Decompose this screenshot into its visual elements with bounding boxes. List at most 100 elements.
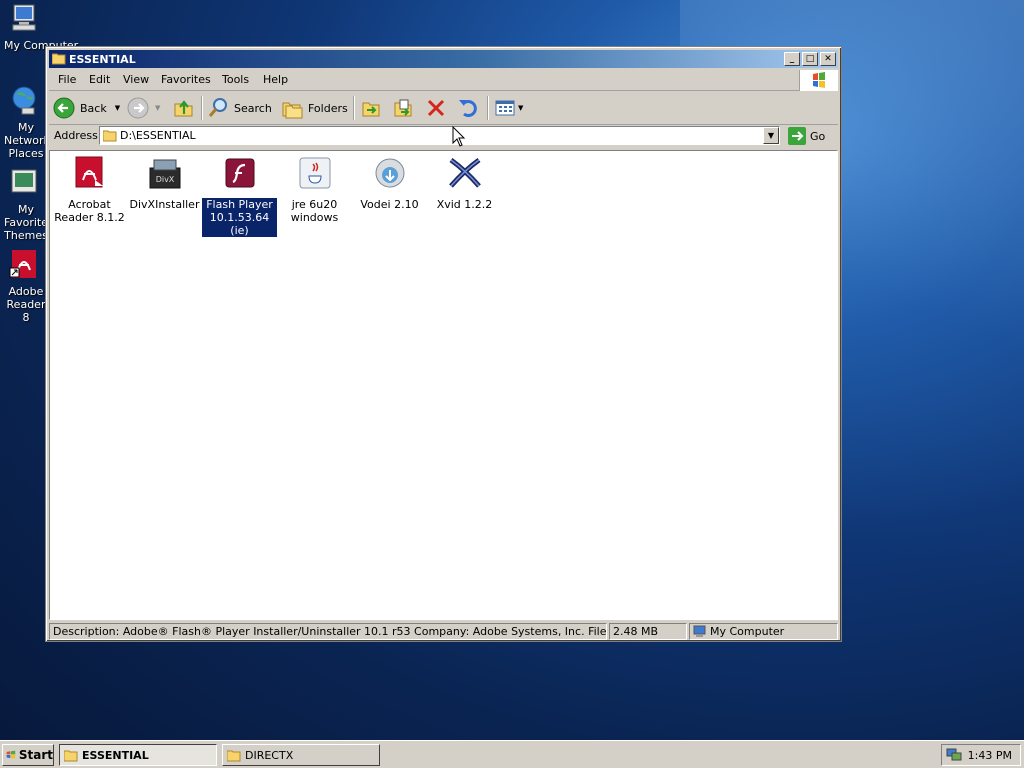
move-to-icon: [362, 102, 380, 117]
file-label: DivXInstaller: [129, 198, 200, 211]
toolbar-separator: [487, 96, 489, 120]
file-label: Flash Player 10.1.53.64 (ie): [202, 198, 277, 237]
status-zone: My Computer: [689, 623, 838, 640]
system-tray: 1:43 PM: [941, 744, 1021, 766]
start-label: Start: [18, 748, 53, 762]
go-label: Go: [810, 129, 826, 143]
views-button[interactable]: ▼: [494, 96, 523, 120]
go-arrow-icon: [788, 127, 806, 145]
back-label: Back: [80, 101, 107, 115]
taskbar-button-essential[interactable]: ESSENTIAL: [59, 744, 217, 766]
undo-button[interactable]: [457, 96, 479, 120]
desktop-icon-label: My Computer: [4, 39, 79, 52]
status-bar: Description: Adobe® Flash® Player Instal…: [49, 622, 838, 640]
delete-x-icon: [427, 99, 445, 117]
delete-button[interactable]: [425, 96, 447, 120]
address-dropdown-button[interactable]: ▼: [763, 127, 779, 144]
menu-view[interactable]: View: [123, 73, 149, 86]
search-icon: [208, 98, 227, 117]
network-globe-icon: [12, 86, 36, 115]
menu-help[interactable]: Help: [263, 73, 288, 86]
clock[interactable]: 1:43 PM: [968, 749, 1012, 762]
desktop-icon-label: Adobe Reader 8: [6, 285, 46, 324]
status-zone-label: My Computer: [710, 625, 785, 638]
java-icon: [299, 157, 330, 189]
flash-icon: [225, 158, 254, 188]
toolbar-separator: [353, 96, 355, 120]
search-button[interactable]: Search: [207, 96, 272, 120]
folder-icon: [227, 750, 241, 761]
themes-icon: [11, 169, 37, 193]
chevron-down-icon[interactable]: ▼: [155, 104, 160, 112]
file-item-divx[interactable]: DivX DivXInstaller: [127, 156, 202, 211]
file-label: jre 6u20 windows: [290, 198, 339, 224]
forward-button[interactable]: ▼: [127, 96, 160, 120]
taskbar: Start ESSENTIAL DIRECTX 1:43 PM: [0, 740, 1024, 768]
adobe-reader-icon: [9, 250, 36, 278]
copy-to-button[interactable]: [392, 96, 414, 120]
file-item-acrobat[interactable]: Acrobat Reader 8.1.2: [52, 156, 127, 224]
desktop-icon-favorite-themes[interactable]: My Favorite Themes: [0, 166, 48, 242]
minimize-button[interactable]: _: [784, 52, 800, 66]
desktop-icon-adobe-reader[interactable]: Adobe Reader 8: [0, 248, 48, 324]
network-tray-icon[interactable]: [946, 748, 962, 762]
file-item-flash-player[interactable]: Flash Player 10.1.53.64 (ie): [202, 156, 277, 237]
folder-icon: [64, 750, 78, 761]
computer-icon: [693, 625, 706, 637]
up-folder-button[interactable]: [173, 96, 195, 120]
desktop-icon-my-computer[interactable]: My Computer: [0, 2, 79, 52]
acrobat-icon: [75, 156, 103, 188]
windows-logo-icon: [799, 70, 838, 91]
address-bar: Address D:\ESSENTIAL ▼ Go: [49, 125, 838, 147]
chevron-down-icon[interactable]: ▼: [518, 104, 523, 112]
search-label: Search: [234, 101, 272, 115]
mouse-cursor-icon: [452, 126, 466, 147]
vodei-icon: [375, 158, 404, 188]
address-input[interactable]: D:\ESSENTIAL ▼: [99, 126, 780, 145]
back-button[interactable]: Back ▼: [53, 96, 120, 120]
back-arrow-icon: [53, 97, 75, 119]
desktop-icon-label: My Favorite Themes: [4, 203, 48, 242]
toolbar-separator: [201, 96, 203, 120]
views-icon: [495, 100, 515, 116]
toolbar: Back ▼ ▼ Search Folders ▼: [49, 92, 838, 125]
address-label: Address: [54, 129, 98, 142]
taskbar-button-label: DIRECTX: [245, 748, 294, 762]
up-folder-icon: [174, 100, 193, 117]
explorer-window: ESSENTIAL _ □ ✕ File Edit View Favorites…: [45, 46, 842, 642]
folders-label: Folders: [308, 101, 348, 115]
undo-icon: [459, 100, 477, 117]
address-value: D:\ESSENTIAL: [120, 129, 196, 142]
menu-edit[interactable]: Edit: [89, 73, 110, 86]
taskbar-button-directx[interactable]: DIRECTX: [222, 744, 380, 766]
desktop-icon-label: My Network Places: [4, 121, 50, 160]
chevron-down-icon[interactable]: ▼: [115, 104, 120, 112]
menu-file[interactable]: File: [58, 73, 76, 86]
menu-favorites[interactable]: Favorites: [161, 73, 211, 86]
file-label: Vodei 2.10: [360, 198, 419, 211]
status-size: 2.48 MB: [609, 623, 687, 640]
file-list[interactable]: Acrobat Reader 8.1.2 DivX DivXInstaller …: [49, 150, 838, 620]
move-to-button[interactable]: [360, 96, 382, 120]
divx-icon: DivX: [149, 159, 180, 189]
file-item-vodei[interactable]: Vodei 2.10: [352, 156, 427, 211]
forward-arrow-icon: [127, 97, 149, 119]
menu-tools[interactable]: Tools: [222, 73, 249, 86]
folders-button[interactable]: Folders: [281, 96, 348, 120]
status-description: Description: Adobe® Flash® Player Instal…: [49, 623, 607, 640]
go-button[interactable]: Go: [788, 127, 825, 145]
taskbar-button-label: ESSENTIAL: [82, 748, 149, 762]
desktop-icon-network-places[interactable]: My Network Places: [0, 84, 50, 160]
file-label: Acrobat Reader 8.1.2: [54, 198, 125, 224]
file-item-jre[interactable]: jre 6u20 windows: [277, 156, 352, 224]
start-button[interactable]: Start: [2, 744, 54, 766]
svg-text:DivX: DivX: [155, 175, 174, 184]
window-title: ESSENTIAL: [69, 53, 136, 66]
close-button[interactable]: ✕: [820, 52, 836, 66]
windows-flag-icon: [6, 750, 16, 759]
maximize-button[interactable]: □: [802, 52, 818, 66]
file-item-xvid[interactable]: Xvid 1.2.2: [427, 156, 502, 211]
folder-icon: [52, 53, 66, 65]
folder-icon: [103, 130, 117, 142]
title-bar[interactable]: ESSENTIAL _ □ ✕: [49, 50, 838, 68]
